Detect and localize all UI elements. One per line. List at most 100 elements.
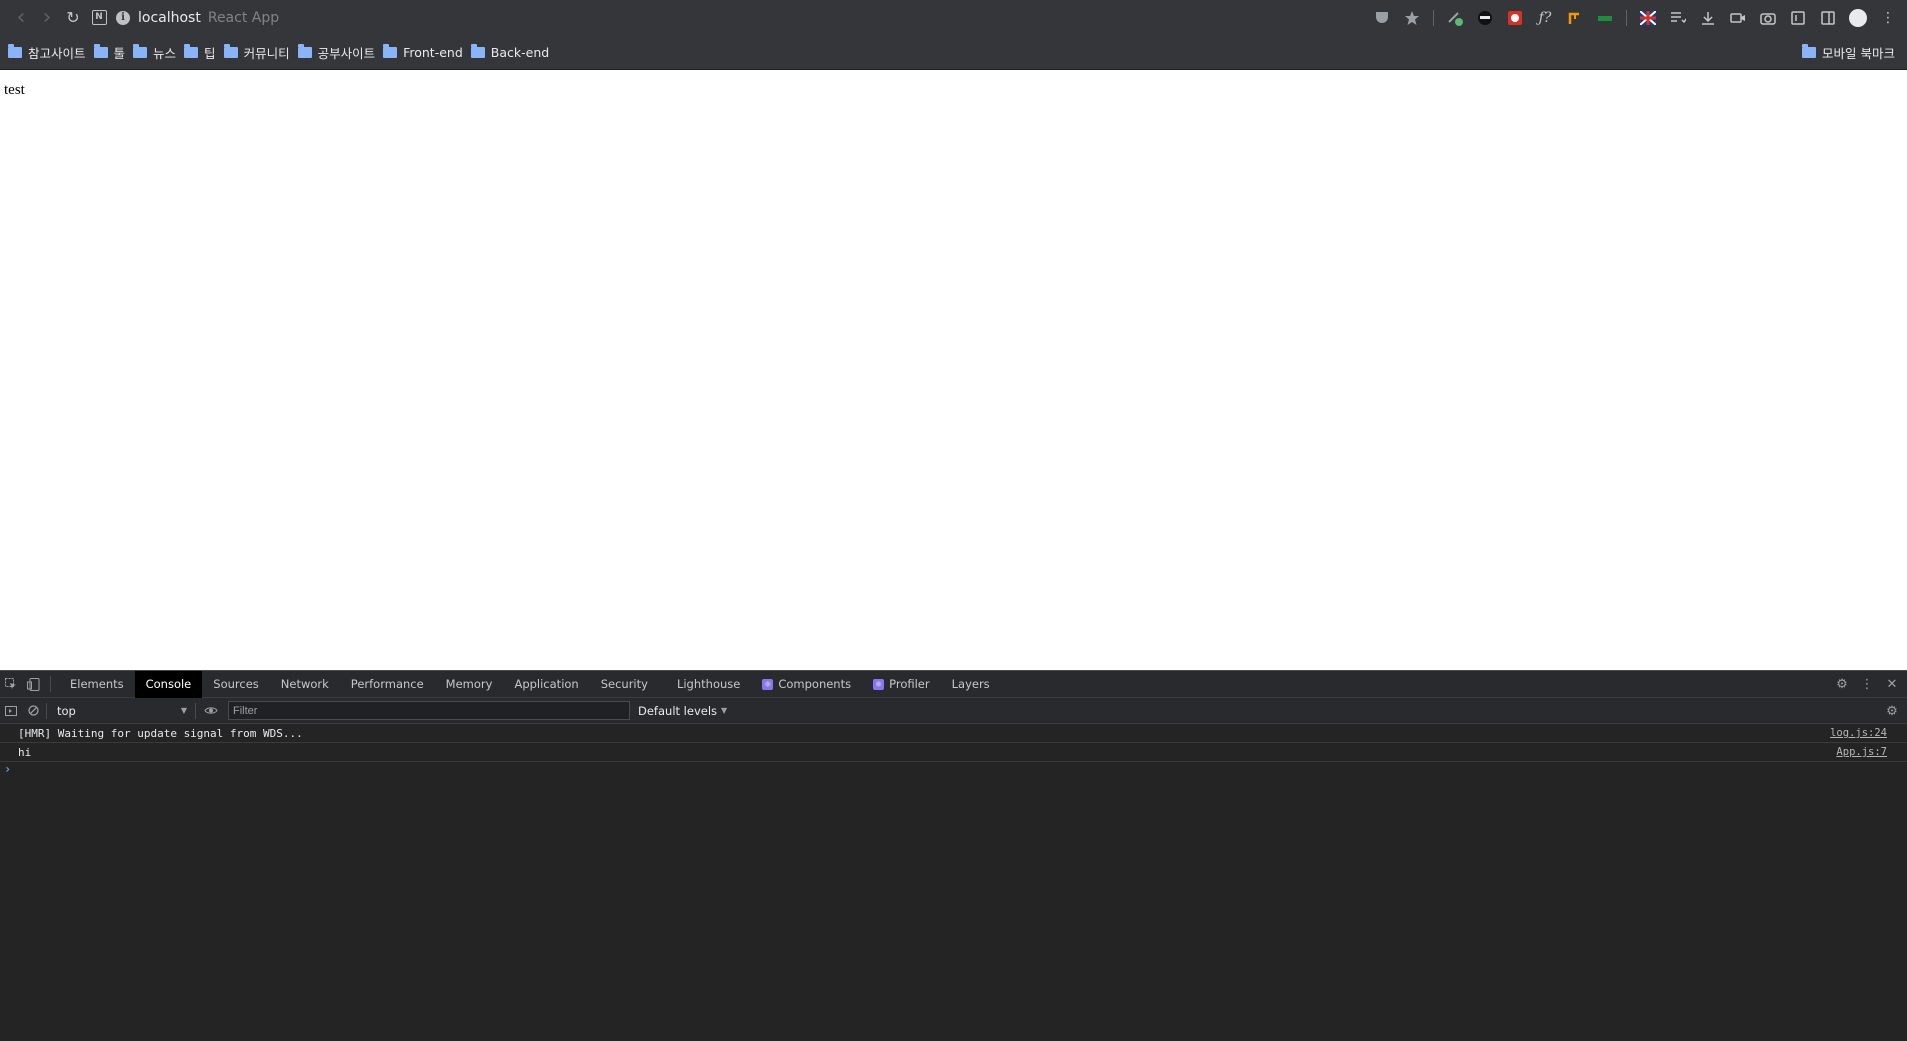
console-message: hi App.js:7 xyxy=(0,743,1907,762)
folder-icon xyxy=(383,43,398,58)
orange-extension-icon[interactable] xyxy=(1563,6,1587,30)
react-icon: ⚛ xyxy=(762,678,774,690)
tab-performance[interactable]: Performance xyxy=(340,671,435,698)
bookmark-label: 커뮤니티 xyxy=(243,45,290,61)
log-levels-dropdown[interactable]: Default levels ▼ xyxy=(638,704,727,718)
bookmark-folder[interactable]: Back-end xyxy=(470,43,549,60)
bookmark-folder[interactable]: 커뮤니티 xyxy=(223,43,290,62)
ninja-extension-icon[interactable] xyxy=(1473,6,1497,30)
live-expression-eye-icon[interactable] xyxy=(200,700,222,722)
bookmark-folder[interactable]: 뉴스 xyxy=(133,43,176,62)
console-prompt[interactable]: › xyxy=(0,762,1907,780)
notion-extension-button[interactable]: N xyxy=(86,5,112,31)
screenshot-camera-icon[interactable] xyxy=(1756,6,1780,30)
bookmark-star-icon[interactable] xyxy=(1400,6,1424,30)
console-filter-input[interactable] xyxy=(228,701,630,720)
dropdown-caret-icon: ▼ xyxy=(180,706,187,715)
forward-icon: › xyxy=(42,4,52,30)
pocket-icon[interactable] xyxy=(1370,6,1394,30)
bookmark-label: 참고사이트 xyxy=(28,45,86,61)
bookmark-label: 툴 xyxy=(113,45,126,61)
tab-lighthouse[interactable]: Lighthouse xyxy=(659,671,751,698)
bookmark-folder[interactable]: 참고사이트 xyxy=(8,43,86,62)
url-page-title: React App xyxy=(207,9,280,26)
avatar-icon xyxy=(1849,8,1867,27)
forward-button[interactable]: › xyxy=(34,5,60,31)
react-icon: ⚛ xyxy=(873,678,885,690)
tab-components-label: Components xyxy=(778,677,852,691)
tab-profiler[interactable]: ⚛ Profiler xyxy=(862,671,941,698)
inspect-element-icon[interactable] xyxy=(0,673,22,695)
profile-avatar[interactable] xyxy=(1846,6,1870,30)
download-icon[interactable] xyxy=(1696,6,1720,30)
toolbar-separator xyxy=(1433,9,1434,26)
folder-icon xyxy=(133,43,148,58)
mobile-bookmarks-folder[interactable]: 모바일 북마크 xyxy=(1802,43,1895,62)
bookmark-folder[interactable]: Front-end xyxy=(383,43,463,60)
reload-icon: ↻ xyxy=(66,8,80,27)
console-message-text: [HMR] Waiting for update signal from WDS… xyxy=(18,726,303,740)
log-levels-label: Default levels xyxy=(638,703,718,718)
bookmark-label: 모바일 북마크 xyxy=(1822,46,1895,61)
bookmark-folder[interactable]: 공부사이트 xyxy=(297,43,376,62)
folder-icon xyxy=(184,43,199,58)
devtools-menu-icon[interactable]: ⋮ xyxy=(1856,674,1878,696)
tab-layers[interactable]: Layers xyxy=(941,671,1001,698)
tab-application[interactable]: Application xyxy=(503,671,589,698)
bookmark-folder[interactable]: 툴 xyxy=(93,43,126,62)
bookmark-label: 공부사이트 xyxy=(317,45,376,61)
console-separator xyxy=(195,702,196,719)
console-message-source-link[interactable]: log.js:24 xyxy=(1830,727,1887,739)
reload-button[interactable]: ↻ xyxy=(60,5,86,31)
console-settings-gear-icon[interactable]: ⚙ xyxy=(1881,700,1903,722)
page-viewport: test xyxy=(0,71,1907,670)
tab-profiler-label: Profiler xyxy=(889,677,930,691)
font-extension-icon[interactable]: ƒ? xyxy=(1533,6,1557,30)
console-message: [HMR] Waiting for update signal from WDS… xyxy=(0,724,1907,743)
side-panel-icon[interactable] xyxy=(1816,6,1840,30)
devtools-panel: Elements Console Sources Network Perform… xyxy=(0,670,1907,1041)
dropdown-caret-icon: ▼ xyxy=(721,706,728,715)
reader-mode-icon[interactable] xyxy=(1786,6,1810,30)
bookmark-label: 뉴스 xyxy=(153,45,177,61)
devtools-close-icon[interactable]: ✕ xyxy=(1881,674,1903,696)
tab-elements[interactable]: Elements xyxy=(59,671,135,698)
browser-menu-icon[interactable]: ⋮ xyxy=(1876,6,1900,30)
pen-extension-icon[interactable] xyxy=(1443,6,1467,30)
console-separator xyxy=(46,702,47,719)
tab-components[interactable]: ⚛ Components xyxy=(751,671,862,698)
back-button[interactable]: ‹ xyxy=(8,5,34,31)
green-extension-icon[interactable] xyxy=(1593,6,1617,30)
toolbar-separator xyxy=(1626,9,1627,26)
tab-network[interactable]: Network xyxy=(270,671,340,698)
bookmarks-bar: 참고사이트 툴 뉴스 팁 커뮤니티 공부사이트 Front-end Back-e… xyxy=(0,35,1907,70)
folder-icon xyxy=(297,43,312,58)
context-selector[interactable]: top ▼ xyxy=(57,704,187,718)
tab-memory[interactable]: Memory xyxy=(435,671,504,698)
context-value: top xyxy=(57,703,76,718)
address-bar[interactable]: i localhost React App xyxy=(116,5,1367,31)
translate-flag-icon[interactable] xyxy=(1636,6,1660,30)
devtools-tab-bar: Elements Console Sources Network Perform… xyxy=(0,670,1907,698)
tab-sources[interactable]: Sources xyxy=(202,671,270,698)
console-sidebar-toggle-icon[interactable] xyxy=(0,700,22,722)
notion-icon: N xyxy=(91,10,107,25)
folder-icon xyxy=(93,43,108,58)
tab-console[interactable]: Console xyxy=(134,670,203,698)
folder-icon xyxy=(470,43,485,58)
console-message-source-link[interactable]: App.js:7 xyxy=(1836,746,1887,758)
browser-window: ‹ › ↻ N i localhost React App ƒ? ⋮ 참고사이트… xyxy=(0,0,1907,1041)
clear-console-icon[interactable] xyxy=(22,700,44,722)
red-extension-icon[interactable] xyxy=(1503,6,1527,30)
bookmark-folder[interactable]: 팁 xyxy=(184,43,216,62)
reading-list-icon[interactable] xyxy=(1666,6,1690,30)
url-host: localhost xyxy=(138,9,201,26)
video-record-icon[interactable] xyxy=(1726,6,1750,30)
devtools-settings-gear-icon[interactable]: ⚙ xyxy=(1831,674,1853,696)
back-icon: ‹ xyxy=(16,4,26,30)
site-info-icon[interactable]: i xyxy=(116,10,130,25)
device-toolbar-icon[interactable] xyxy=(22,673,44,695)
folder-icon xyxy=(1802,44,1817,58)
bookmark-label: Front-end xyxy=(403,44,463,60)
tab-security[interactable]: Security xyxy=(590,671,659,698)
